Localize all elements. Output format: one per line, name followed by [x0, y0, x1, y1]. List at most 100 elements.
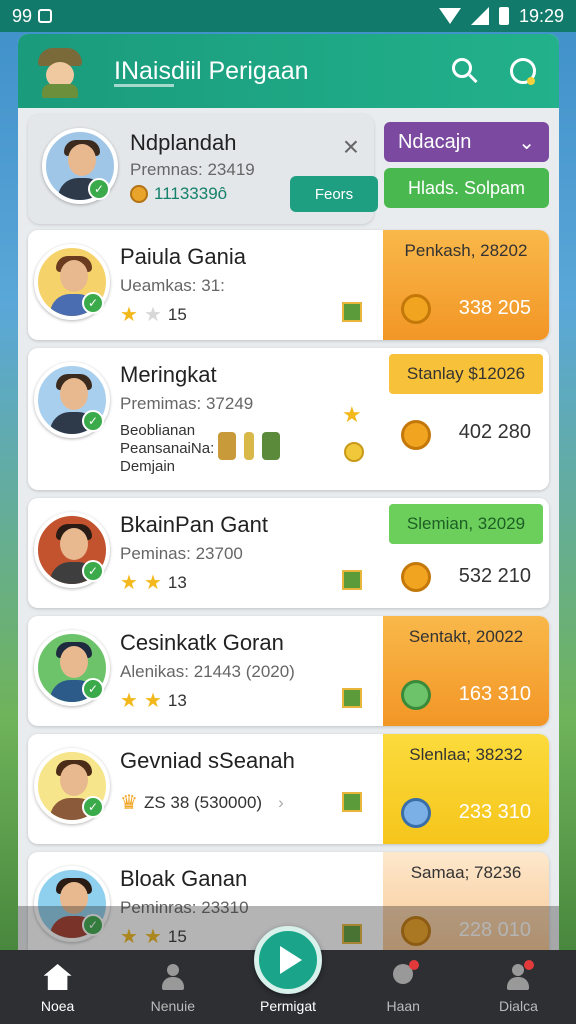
status-left-text: 99	[12, 5, 33, 26]
category-dropdown[interactable]: Ndacajn ⌄	[383, 122, 549, 162]
notification-dot	[527, 77, 535, 85]
nav-account[interactable]: Dialca	[461, 950, 576, 1024]
player-premi: Ueamkas: 31:	[120, 276, 225, 295]
rating-value: 13	[167, 572, 187, 592]
rating-value: 15	[167, 304, 187, 324]
star-icon: ★	[120, 572, 138, 594]
status-time: 19:29	[518, 5, 564, 26]
category-dropdown-label: Ndacajn	[397, 130, 472, 153]
gift-icon[interactable]	[342, 302, 362, 322]
gift-icon[interactable]	[342, 792, 362, 812]
player-rating: ★ ★ 15	[120, 302, 187, 327]
verified-check-icon: ✓	[82, 796, 104, 818]
reward-panel[interactable]: Stanlay $12026 402 280	[383, 348, 549, 490]
detail-line: Beoblianan	[120, 422, 196, 439]
featured-name: Ndplandah	[130, 130, 237, 155]
reward-value: 402 280	[458, 421, 531, 443]
verified-check-icon: ✓	[82, 560, 104, 582]
trophy-icon	[401, 294, 431, 324]
reward-title: Sentakt, 20022	[408, 627, 524, 646]
featured-premi: Premnas: 23419	[130, 160, 255, 179]
list-item[interactable]: ✓ Paiula Gania Ueamkas: 31: ★ ★ 15 Penka…	[28, 230, 549, 340]
search-button[interactable]	[445, 51, 485, 91]
app-subtitle-line	[114, 84, 174, 87]
nav-home[interactable]: Noea	[0, 950, 115, 1024]
gift-icon[interactable]	[342, 570, 362, 590]
app-logo	[34, 44, 86, 98]
star-icon: ★	[143, 572, 162, 594]
player-name: Meringkat	[120, 362, 217, 387]
nav-profile-label: Nenuie	[150, 998, 195, 1014]
player-details: Beoblianan PeansanaiNa: Demjain	[120, 422, 214, 476]
gift-icon[interactable]	[342, 688, 362, 708]
crown-icon: ♛	[120, 792, 138, 814]
list-item[interactable]: ✓ Meringkat Premimas: 37249 Beoblianan P…	[28, 348, 549, 490]
reward-panel[interactable]: Slenlaa; 38232 233 310	[383, 734, 549, 844]
reward-panel[interactable]: Penkash, 28202 338 205	[383, 230, 549, 340]
player-premi: Premimas: 37249	[120, 394, 254, 413]
nav-account-label: Dialca	[498, 998, 538, 1014]
nav-play-label: Permigat	[259, 998, 317, 1014]
player-name: Gevniad sSeanah	[120, 748, 295, 773]
badge-dot	[409, 960, 420, 970]
player-rating: ★ ★ 13	[120, 570, 187, 595]
reward-title: Slemian, 32029	[389, 504, 543, 544]
gem-icon	[401, 680, 431, 710]
play-icon	[280, 946, 302, 974]
featured-card[interactable]: ✓ Ndplandah Premnas: 23419 1113339ô × Fe…	[28, 114, 378, 224]
home-icon	[43, 964, 72, 990]
reward-panel[interactable]: Slemian, 32029 532 210	[383, 498, 549, 608]
app-window: INaisdiil Perigaan ✓ Ndplandah Premnas: …	[18, 34, 559, 950]
medal-icon	[130, 185, 148, 203]
character-icon	[244, 432, 254, 460]
list-item[interactable]: ✓ Gevniad sSeanah ♛ ZS 38 (530000) › Sle…	[28, 734, 549, 844]
status-left: 99	[12, 5, 53, 27]
coin-icon	[344, 442, 364, 462]
chat-icon	[389, 960, 420, 990]
character-icon	[218, 432, 236, 460]
signal-icon	[470, 7, 489, 25]
player-name: Bloak Ganan	[120, 866, 248, 891]
green-action-label: Hlads. Solpam	[407, 177, 526, 198]
player-name: Cesinkatk Goran	[120, 630, 284, 655]
reward-title: Slenlaa; 38232	[409, 745, 523, 764]
featured-score-value: 1113339ô	[154, 184, 228, 203]
list-item[interactable]: ✓ Cesinkatk Goran Alenikas: 21443 (2020)…	[28, 616, 549, 726]
reward-title: Stanlay $12026	[389, 354, 543, 394]
star-icon: ★	[120, 304, 138, 326]
close-icon[interactable]: ×	[336, 131, 366, 162]
battery-icon	[498, 7, 509, 25]
featured-action-button[interactable]: Feors	[290, 176, 378, 212]
featured-score: 1113339ô	[130, 184, 227, 204]
player-premi: Peminas: 23700	[120, 544, 243, 563]
character-icon	[262, 432, 280, 460]
badge-dot	[524, 960, 535, 970]
nav-profile[interactable]: Nenuie	[115, 950, 230, 1024]
player-name: Paiula Gania	[120, 244, 246, 269]
nav-chat[interactable]: Haan	[346, 950, 461, 1024]
star-icon: ★	[143, 304, 162, 326]
star-icon: ★	[120, 690, 138, 712]
notification-icon	[38, 9, 53, 23]
chevron-down-icon: ⌄	[518, 131, 535, 154]
verified-check-icon: ✓	[82, 678, 104, 700]
detail-line: Demjain	[120, 458, 176, 475]
trophy-icon	[401, 562, 431, 592]
status-bar: 99 19:29	[0, 0, 576, 32]
globe-icon	[401, 798, 431, 828]
player-name: BkainPan Gant	[120, 512, 268, 537]
account-icon	[504, 960, 535, 990]
green-action-button[interactable]: Hlads. Solpam	[383, 168, 549, 208]
reward-panel[interactable]: Sentakt, 20022 163 310	[383, 616, 549, 726]
list-item[interactable]: ✓ BkainPan Gant Peminas: 23700 ★ ★ 13 Sl…	[28, 498, 549, 608]
wifi-icon	[438, 8, 461, 24]
chevron-right-icon: ›	[278, 792, 284, 812]
app-bar: INaisdiil Perigaan	[18, 34, 559, 108]
trophy-icon	[401, 420, 431, 450]
status-right: 19:29	[438, 5, 564, 27]
rating-value: 13	[167, 690, 187, 710]
play-button[interactable]	[254, 926, 322, 994]
featured-action-label: Feors	[314, 185, 354, 203]
reward-value: 338 205	[458, 297, 531, 319]
notifications-button[interactable]	[503, 51, 543, 91]
